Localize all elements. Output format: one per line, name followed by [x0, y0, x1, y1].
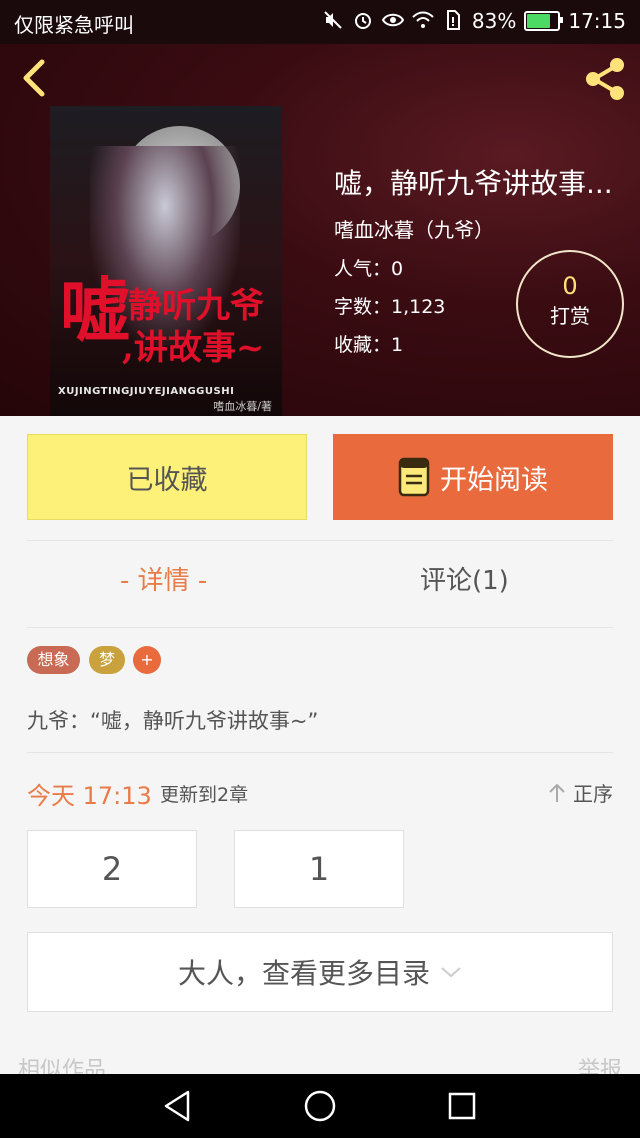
carrier-text: 仅限紧急呼叫	[14, 13, 134, 37]
status-icons: 83% 17:15	[322, 9, 626, 33]
battery-icon	[524, 11, 564, 31]
nav-back-button[interactable]	[160, 1088, 196, 1124]
divider	[27, 752, 613, 753]
nav-home-button[interactable]	[302, 1088, 338, 1124]
battery-percent: 83%	[471, 9, 517, 33]
tab-detail[interactable]: - 详情 -	[120, 560, 207, 597]
mute-icon	[322, 10, 344, 32]
sort-order-label: 正序	[573, 782, 613, 806]
tab-comments[interactable]: 评论(1)	[420, 560, 509, 597]
divider	[27, 540, 613, 541]
share-icon	[586, 58, 624, 100]
home-circle-icon	[304, 1090, 336, 1122]
more-catalog-label: 大人，查看更多目录	[177, 957, 430, 990]
chapter-item[interactable]: 1	[234, 830, 404, 908]
cover-author: 嗜血冰暮/著	[213, 400, 272, 413]
sort-order-button[interactable]: 正序	[547, 778, 613, 807]
book-header: 嘘 静听九爷 ,讲故事~ XUJINGTINGJIUYEJIANGGUSHI 嗜…	[0, 44, 640, 416]
arrow-up-icon	[549, 783, 565, 802]
reward-label: 打赏	[550, 304, 590, 328]
update-time: 今天 17:13	[27, 782, 152, 810]
reward-count: 0	[562, 272, 578, 300]
divider	[27, 627, 613, 628]
nav-recent-button[interactable]	[444, 1088, 480, 1124]
back-triangle-icon	[164, 1090, 190, 1122]
cover-pinyin: XUJINGTINGJIUYEJIANGGUSHI	[58, 386, 235, 397]
system-nav-bar	[0, 1074, 640, 1138]
stat-favorites: 收藏：1	[334, 334, 404, 356]
chevron-left-icon	[23, 59, 45, 97]
cover-title-big: 嘘	[60, 269, 130, 352]
cover-title-line2: ,讲故事~	[122, 328, 265, 368]
wifi-icon	[412, 10, 434, 32]
status-bar: 仅限紧急呼叫 83% 17:15	[0, 0, 640, 44]
tag-dream[interactable]: 梦	[89, 646, 125, 674]
book-summary: 九爷：“嘘，静听九爷讲故事~”	[27, 709, 319, 733]
stat-word-count: 字数：1,123	[334, 296, 446, 318]
collected-button[interactable]: 已收藏	[27, 434, 307, 520]
start-reading-button[interactable]: 开始阅读	[333, 434, 613, 520]
reward-button[interactable]: 0 打赏	[516, 250, 624, 358]
stat-popularity: 人气：0	[334, 258, 404, 280]
book-author[interactable]: 嗜血冰暮（九爷）	[334, 214, 494, 243]
chapter-item[interactable]: 2	[27, 830, 197, 908]
chevron-down-icon	[441, 967, 461, 978]
book-title: 嘘，静听九爷讲故事...	[334, 167, 613, 200]
share-button[interactable]	[580, 54, 630, 104]
back-button[interactable]	[14, 56, 54, 100]
more-catalog-button[interactable]: 大人，查看更多目录	[27, 932, 613, 1012]
add-tag-button[interactable]: +	[133, 646, 161, 674]
eye-icon	[381, 10, 405, 32]
book-cover[interactable]: 嘘 静听九爷 ,讲故事~ XUJINGTINGJIUYEJIANGGUSHI 嗜…	[50, 106, 282, 416]
sim-icon	[442, 10, 464, 32]
tag-imagination[interactable]: 想象	[27, 646, 80, 674]
recent-square-icon	[448, 1092, 476, 1120]
update-text: 更新到2章	[160, 784, 249, 806]
book-icon	[398, 457, 430, 497]
alarm-icon	[352, 10, 374, 32]
start-reading-label: 开始阅读	[440, 464, 548, 496]
clock: 17:15	[568, 9, 626, 33]
